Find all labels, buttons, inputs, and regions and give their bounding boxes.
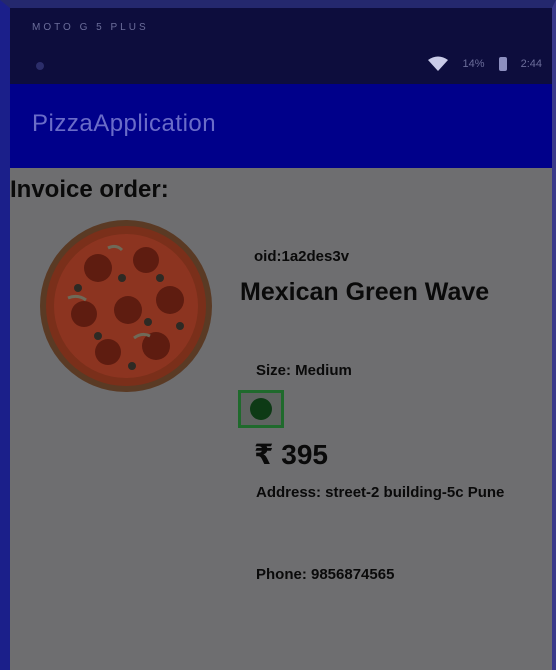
- app-bar: PizzaApplication: [10, 84, 552, 168]
- pizza-size: Size: Medium: [256, 362, 352, 379]
- veg-dot: [250, 398, 272, 420]
- status-time: 2:44: [520, 58, 542, 70]
- phone-number: Phone: 9856874565: [256, 566, 395, 583]
- wifi-icon: [427, 56, 448, 71]
- price: ₹ 395: [254, 439, 328, 470]
- pizza-image: [40, 220, 212, 392]
- battery-percent: 14%: [462, 58, 485, 70]
- invoice-heading: Invoice order:: [10, 176, 169, 203]
- app-title: PizzaApplication: [32, 110, 217, 137]
- pizza-name: Mexican Green Wave: [240, 278, 490, 306]
- status-icons: 14% 2:44: [427, 54, 542, 74]
- veg-mark-icon: [238, 390, 284, 428]
- invoice-content: Invoice order: oid:1a2des3v Mexican Gree: [10, 168, 552, 670]
- delivery-address: Address: street-2 building-5c Pune: [256, 484, 505, 501]
- status-carrier: MOTO G 5 PLUS: [32, 22, 149, 33]
- status-bar: MOTO G 5 PLUS 14% 2:44: [10, 8, 552, 84]
- phone-screen: MOTO G 5 PLUS 14% 2:44 PizzaApplication …: [0, 0, 556, 670]
- notification-dot-icon: [36, 62, 44, 70]
- battery-icon: [498, 57, 507, 71]
- order-id: oid:1a2des3v: [254, 248, 350, 265]
